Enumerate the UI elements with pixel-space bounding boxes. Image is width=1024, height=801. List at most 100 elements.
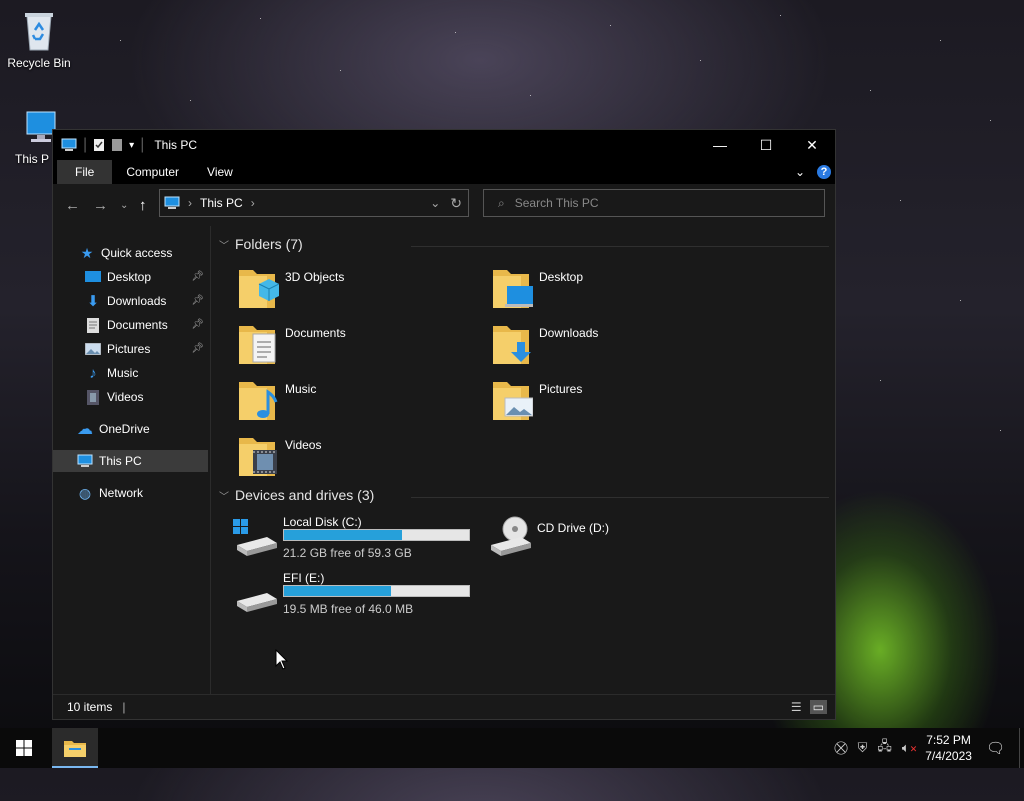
desktop-icon (85, 269, 101, 285)
help-icon[interactable]: ? (817, 165, 831, 179)
sidebar-item-pictures[interactable]: Pictures 📌︎ (53, 338, 208, 360)
sidebar-item-music[interactable]: ♪ Music (53, 362, 208, 384)
recent-locations-chevron-icon[interactable]: ⌄ (120, 200, 128, 211)
forward-arrow-icon[interactable]: → (93, 197, 108, 214)
tab-view[interactable]: View (193, 160, 247, 184)
group-title: Folders (7) (235, 236, 303, 252)
folder-pictures[interactable]: Pictures (493, 376, 743, 426)
pin-icon[interactable]: 📌︎ (191, 319, 204, 330)
close-button[interactable]: ✕ (789, 130, 835, 160)
show-desktop-button[interactable] (1019, 728, 1024, 768)
details-view-icon[interactable]: ☰ (791, 700, 802, 714)
drive-cd-d[interactable]: CD Drive (D:) (487, 515, 737, 565)
address-dropdown-chevron-icon[interactable]: ⌄ (430, 196, 440, 210)
folder-name: Pictures (539, 382, 583, 396)
pin-icon[interactable]: 📌︎ (191, 271, 204, 282)
folder-documents[interactable]: Documents (239, 320, 489, 370)
taskbar-file-explorer-button[interactable] (52, 728, 98, 768)
search-box[interactable]: ⌕ Search This PC (483, 189, 825, 217)
network-disconnected-icon[interactable]: ⛒ (834, 740, 847, 756)
maximize-button[interactable]: ☐ (743, 130, 789, 160)
volume-muted-icon[interactable]: 🔈︎✕ (902, 740, 917, 756)
folder-desktop-icon (493, 270, 533, 308)
tab-computer[interactable]: Computer (112, 160, 193, 184)
folder-music-icon (239, 382, 278, 420)
pin-icon[interactable]: 📌︎ (191, 343, 204, 354)
folder-videos[interactable]: Videos (239, 432, 489, 482)
folder-pictures-icon (493, 382, 533, 420)
sidebar-item-this-pc[interactable]: This PC (53, 450, 208, 472)
folder-downloads[interactable]: Downloads (493, 320, 743, 370)
folder-music[interactable]: Music (239, 376, 489, 426)
cd-drive-icon (491, 516, 531, 556)
breadcrumb-this-pc[interactable]: This PC (200, 196, 243, 210)
folder-3d-objects-icon (239, 270, 279, 308)
large-icons-view-icon[interactable]: ▭ (809, 700, 827, 714)
properties-icon[interactable] (93, 138, 105, 152)
collapse-chevron-icon[interactable]: ﹀ (219, 488, 229, 503)
clock[interactable]: 7:52 PM 7/4/2023 (925, 732, 972, 764)
drive-usage-bar (283, 585, 470, 597)
picture-icon (85, 341, 101, 357)
sidebar-item-quick-access[interactable]: ★ Quick access (53, 242, 234, 264)
collapse-chevron-icon[interactable]: ﹀ (219, 237, 229, 252)
breadcrumb-separator[interactable]: › (188, 196, 192, 210)
tab-file[interactable]: File (57, 160, 113, 184)
notifications-icon[interactable]: 🗨︎ (986, 739, 1005, 757)
back-arrow-icon[interactable]: ← (65, 197, 80, 214)
drive-usage-fill (284, 586, 392, 596)
document-icon (85, 317, 101, 333)
desktop-icon-recycle-bin[interactable]: Recycle Bin (4, 8, 74, 70)
mouse-cursor-icon (275, 649, 289, 670)
sidebar-item-downloads[interactable]: ⬇ Downloads 📌︎ (53, 290, 208, 312)
sidebar-item-label: Documents (107, 318, 168, 332)
divider: | (122, 700, 126, 714)
drive-name: Local Disk (C:) (283, 515, 362, 529)
folder-3d-objects[interactable]: 3D Objects (239, 264, 489, 314)
folder-videos-icon (239, 438, 277, 476)
windows-start-icon[interactable] (16, 740, 32, 756)
mouse-cursor-icon (275, 779, 289, 801)
folder-desktop[interactable]: Desktop (493, 264, 743, 314)
drive-efi-e[interactable]: EFI (E:) 19.5 MB free of 46.0 MB (233, 571, 483, 621)
search-icon: ⌕ (498, 195, 505, 210)
clock-time: 7:52 PM (926, 733, 971, 747)
sidebar-item-desktop[interactable]: Desktop 📌︎ (53, 266, 208, 288)
ribbon-tabs: File Computer View ⌄ ? (53, 160, 835, 184)
drive-local-disk-c[interactable]: Local Disk (C:) 21.2 GB free of 59.3 GB (233, 515, 483, 565)
search-input[interactable]: Search This PC (515, 196, 599, 210)
security-icon[interactable]: ⛨ (858, 740, 868, 756)
drive-name: CD Drive (D:) (537, 521, 609, 535)
folder-name: Videos (285, 438, 322, 452)
refresh-icon[interactable]: ↻ (450, 195, 462, 212)
sidebar-item-onedrive[interactable]: ☁ OneDrive (53, 418, 208, 440)
folder-name: 3D Objects (285, 270, 345, 284)
folders-group-header[interactable]: ﹀ Folders (7) (219, 236, 303, 252)
minimize-button[interactable]: — (697, 130, 743, 160)
breadcrumb-separator[interactable]: › (251, 196, 255, 210)
title-bar[interactable]: | ▾ | This PC — ☐ ✕ (53, 130, 835, 160)
sidebar-item-documents[interactable]: Documents 📌︎ (53, 314, 208, 336)
drive-free-space: 19.5 MB free of 46.0 MB (283, 602, 414, 616)
folder-name: Documents (285, 326, 346, 340)
pin-icon[interactable]: 📌︎ (191, 295, 204, 306)
sidebar-item-label: Quick access (101, 246, 173, 260)
drive-usage-fill (284, 530, 403, 540)
customize-toolbar-chevron-icon[interactable]: ▾ (129, 140, 134, 151)
expand-ribbon-chevron-icon[interactable]: ⌄ (795, 165, 805, 179)
navigation-bar: ← → ⌄ ↑ › This PC › ⌄ ↻ ⌕ Search This PC (53, 184, 835, 226)
sidebar-item-label: Downloads (107, 294, 167, 308)
up-arrow-icon[interactable]: ↑ (139, 197, 147, 214)
address-bar[interactable]: › This PC › ⌄ ↻ (159, 189, 469, 217)
window-title: This PC (154, 138, 198, 152)
star-icon: ★ (80, 244, 94, 261)
network-icon[interactable]: 🖧︎ (877, 737, 892, 759)
drives-group-header[interactable]: ﹀ Devices and drives (3) (219, 487, 374, 503)
divider (411, 246, 829, 247)
file-explorer-icon (64, 741, 86, 757)
new-folder-icon[interactable] (111, 138, 123, 152)
sidebar-item-videos[interactable]: Videos (53, 386, 208, 408)
sidebar-item-network[interactable]: ◍ Network (53, 482, 208, 504)
music-note-icon: ♪ (89, 364, 97, 382)
navigation-pane: ★ Quick access Desktop 📌︎ ⬇ Downloads 📌︎… (53, 226, 211, 697)
